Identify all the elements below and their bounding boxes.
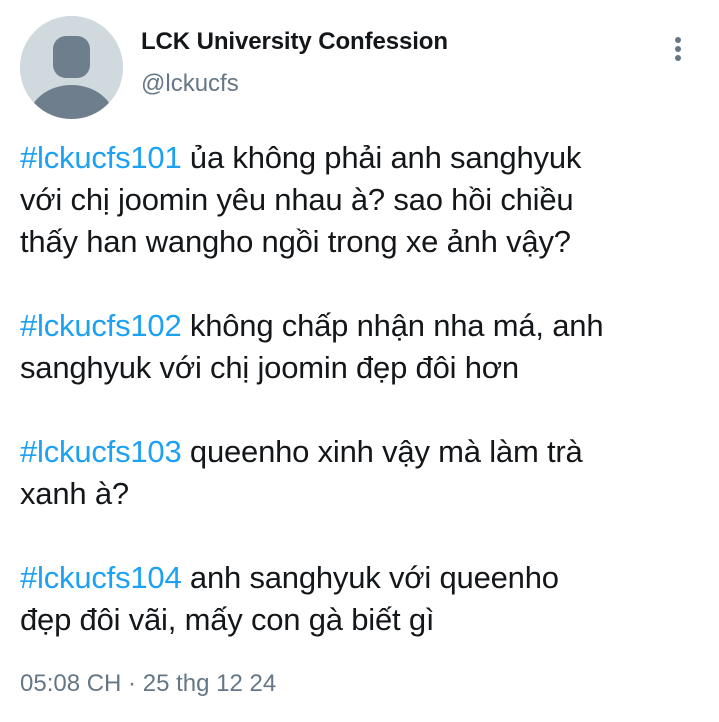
author-handle[interactable]: @lckucfs [141, 69, 448, 99]
confession-paragraph: #lckucfs101 ủa không phải anh sanghyuk v… [20, 137, 710, 263]
author-names: LCK University Confession @lckucfs [141, 27, 448, 99]
meta-separator: · [121, 670, 143, 697]
hashtag-link[interactable]: #lckucfs102 [20, 308, 182, 343]
tweet-timestamp[interactable]: 05:08 CH · 25 thg 12 24 [20, 668, 276, 700]
confession-paragraph: #lckucfs103 queenho xinh vậy mà làm trà … [20, 431, 710, 515]
tweet-time: 05:08 CH [20, 670, 122, 697]
avatar[interactable] [20, 16, 123, 119]
vertical-ellipsis-icon [675, 37, 681, 61]
default-avatar-icon [20, 16, 123, 119]
tweet-date: 25 thg 12 24 [142, 670, 277, 697]
hashtag-link[interactable]: #lckucfs101 [20, 140, 182, 175]
hashtag-link[interactable]: #lckucfs104 [20, 560, 182, 595]
author-display-name[interactable]: LCK University Confession [141, 27, 448, 57]
tweet-header: LCK University Confession @lckucfs [0, 0, 719, 130]
hashtag-link[interactable]: #lckucfs103 [20, 434, 182, 469]
tweet-body: #lckucfs101 ủa không phải anh sanghyuk v… [20, 137, 710, 683]
more-options-button[interactable] [664, 34, 692, 66]
confession-paragraph: #lckucfs104 anh sanghyuk với queenho đẹp… [20, 557, 710, 641]
confession-paragraph: #lckucfs102 không chấp nhận nha má, anh … [20, 305, 710, 389]
